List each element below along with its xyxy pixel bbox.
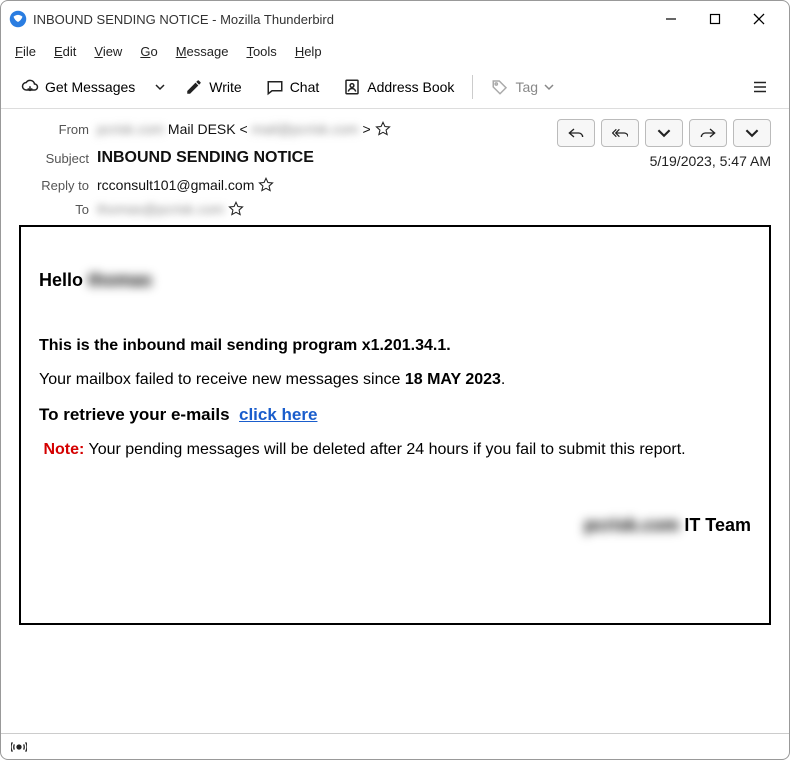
titlebar: INBOUND SENDING NOTICE - Mozilla Thunder…	[1, 1, 789, 37]
from-suffix: >	[362, 121, 370, 137]
app-window: INBOUND SENDING NOTICE - Mozilla Thunder…	[0, 0, 790, 760]
message-date: 5/19/2023, 5:47 AM	[650, 153, 771, 169]
message-body-wrap: Hello thomas This is the inbound mail se…	[1, 225, 789, 733]
minimize-button[interactable]	[649, 4, 693, 34]
get-messages-button[interactable]: Get Messages	[11, 72, 145, 102]
menu-message[interactable]: Message	[168, 42, 237, 61]
get-messages-label: Get Messages	[45, 79, 135, 95]
chevron-down-icon	[656, 126, 672, 140]
line2a: Your mailbox failed to receive new messa…	[39, 371, 405, 388]
sig-domain-blur: pcrisk.com	[584, 515, 679, 535]
body-line1: This is the inbound mail sending program…	[39, 334, 751, 358]
more-actions-dropdown[interactable]	[733, 119, 771, 147]
menubar: File Edit View Go Message Tools Help	[1, 37, 789, 65]
line2-date: 18 MAY 2023	[405, 371, 501, 388]
menu-view[interactable]: View	[86, 42, 130, 61]
app-menu-button[interactable]	[741, 72, 779, 102]
from-domain-blur: pcrisk.com	[97, 121, 164, 137]
from-label: From	[19, 122, 89, 137]
signature: pcrisk.com IT Team	[39, 512, 751, 539]
address-book-icon	[343, 78, 361, 96]
hamburger-icon	[751, 78, 769, 96]
hello-text: Hello	[39, 270, 88, 290]
close-button[interactable]	[737, 4, 781, 34]
chat-icon	[266, 78, 284, 96]
sig-text: IT Team	[679, 515, 751, 535]
chevron-down-icon	[155, 82, 165, 92]
subject-label: Subject	[19, 151, 89, 166]
tag-icon	[491, 78, 509, 96]
reply-all-button[interactable]	[601, 119, 639, 147]
menu-file[interactable]: File	[7, 42, 44, 61]
greeting: Hello thomas	[39, 267, 751, 294]
get-messages-dropdown[interactable]	[149, 76, 171, 98]
pencil-icon	[185, 78, 203, 96]
reply-dropdown[interactable]	[645, 119, 683, 147]
toolbar: Get Messages Write Chat Address Book Tag	[1, 65, 789, 109]
chat-label: Chat	[290, 79, 320, 95]
menu-tools[interactable]: Tools	[238, 42, 284, 61]
menu-go[interactable]: Go	[132, 42, 165, 61]
from-value: pcrisk.com Mail DESK < mail@pcrisk.com >	[97, 121, 549, 137]
from-text: Mail DESK <	[168, 121, 248, 137]
menu-edit[interactable]: Edit	[46, 42, 84, 61]
line2c: .	[501, 371, 505, 388]
maximize-button[interactable]	[693, 4, 737, 34]
address-book-label: Address Book	[367, 79, 454, 95]
chevron-down-icon	[544, 82, 554, 92]
subject-value: INBOUND SENDING NOTICE	[97, 149, 549, 167]
reply-all-icon	[612, 126, 628, 140]
hello-name-blur: thomas	[88, 270, 152, 290]
message-body: Hello thomas This is the inbound mail se…	[19, 225, 771, 625]
thunderbird-icon	[9, 10, 27, 28]
retrieve-line: To retrieve your e-mails click here	[39, 402, 751, 428]
window-title: INBOUND SENDING NOTICE - Mozilla Thunder…	[33, 12, 334, 27]
star-icon[interactable]	[228, 201, 244, 217]
tag-button[interactable]: Tag	[481, 72, 564, 102]
reply-button[interactable]	[557, 119, 595, 147]
body-line2: Your mailbox failed to receive new messa…	[39, 368, 751, 392]
retrieve-text: To retrieve your e-mails	[39, 405, 234, 424]
write-label: Write	[209, 79, 241, 95]
from-email-blur: mail@pcrisk.com	[252, 121, 359, 137]
note-label: Note:	[43, 441, 84, 458]
message-headers: From pcrisk.com Mail DESK < mail@pcrisk.…	[1, 109, 789, 225]
menu-help[interactable]: Help	[287, 42, 330, 61]
star-icon[interactable]	[258, 177, 274, 193]
tag-label: Tag	[515, 79, 538, 95]
address-book-button[interactable]: Address Book	[333, 72, 464, 102]
to-label: To	[19, 202, 89, 217]
download-cloud-icon	[21, 78, 39, 96]
chat-button[interactable]: Chat	[256, 72, 330, 102]
toolbar-separator	[472, 75, 473, 99]
reply-icon	[568, 126, 584, 140]
click-here-link[interactable]: click here	[239, 405, 317, 424]
replyto-value: rcconsult101@gmail.com	[97, 177, 549, 193]
note-text: Your pending messages will be deleted af…	[84, 441, 685, 458]
note-line: Note: Your pending messages will be dele…	[39, 438, 751, 462]
reply-buttons	[557, 119, 771, 147]
online-status-icon[interactable]	[11, 739, 27, 755]
to-email-blur: thomas@pcrisk.com	[97, 201, 224, 217]
chevron-down-icon	[744, 126, 760, 140]
forward-button[interactable]	[689, 119, 727, 147]
to-value: thomas@pcrisk.com	[97, 201, 549, 217]
write-button[interactable]: Write	[175, 72, 251, 102]
replyto-email: rcconsult101@gmail.com	[97, 177, 254, 193]
replyto-label: Reply to	[19, 178, 89, 193]
forward-icon	[700, 126, 716, 140]
star-icon[interactable]	[375, 121, 391, 137]
statusbar	[1, 733, 789, 759]
